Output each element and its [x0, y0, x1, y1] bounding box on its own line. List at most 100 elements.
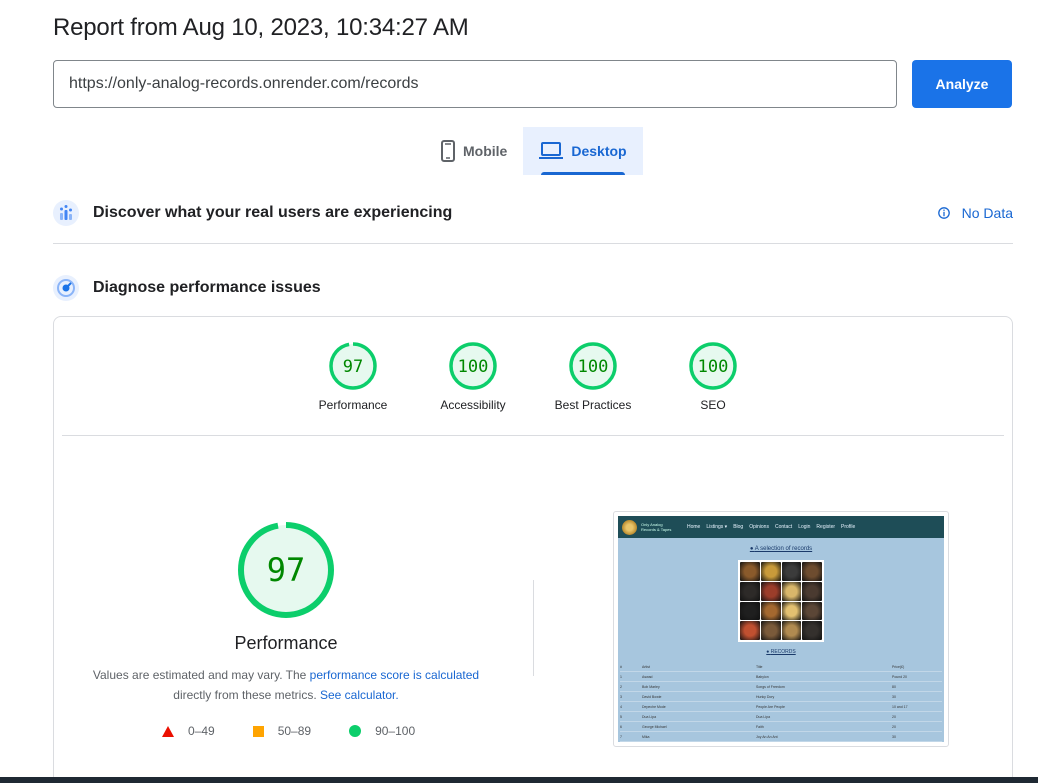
screenshot-table-cell: 20 — [892, 724, 896, 729]
screenshot-table-cell: Artist — [642, 664, 650, 669]
gauge-performance[interactable]: 97 Performance — [293, 341, 413, 412]
screenshot-nav-link: Listings ▾ — [706, 524, 728, 530]
screenshot-table-cell: 80 — [892, 684, 896, 689]
gauge-seo-ring: 100 — [689, 342, 737, 390]
note-text-2: directly from these metrics. — [173, 688, 320, 702]
gauge-performance-label: Performance — [318, 398, 388, 412]
screenshot-table-cell: Depeche Mode — [642, 704, 666, 709]
legend-fail: 0–49 — [162, 724, 215, 738]
screenshot-table-cell: Dua Lipa — [642, 714, 657, 719]
square-icon — [252, 725, 264, 737]
field-data-title: Discover what your real users are experi… — [93, 204, 453, 221]
no-data-label: No Data — [961, 205, 1013, 221]
gauge-best-practices-ring: 100 — [569, 342, 617, 390]
record-cover — [740, 601, 760, 621]
gauge-seo[interactable]: 100 SEO — [653, 341, 773, 412]
screenshot-table-cell: # — [620, 664, 622, 669]
score-legend: 0–49 50–89 90–100 — [162, 724, 453, 738]
screenshot-nav-link: Register — [816, 524, 836, 530]
record-logo-icon — [622, 519, 637, 535]
lab-data-section: Diagnose performance issues — [53, 265, 1013, 311]
legend-average: 50–89 — [252, 724, 312, 738]
performance-gauge: 97 — [238, 522, 334, 618]
report-title: Report from Aug 10, 2023, 10:34:27 AM — [53, 14, 469, 41]
gauge-best-practices[interactable]: 100 Best Practices — [533, 341, 653, 412]
record-cover — [781, 562, 802, 581]
final-screenshot[interactable]: Only Analog Records & Tapes Home Listings… — [613, 511, 949, 747]
screenshot-navbar: Only Analog Records & Tapes Home Listings… — [618, 516, 944, 538]
lighthouse-icon — [53, 275, 79, 301]
record-cover — [802, 581, 822, 601]
gauge-accessibility[interactable]: 100 Accessibility — [413, 341, 533, 412]
info-icon — [937, 207, 950, 219]
tab-mobile-label: Mobile — [463, 143, 508, 159]
tab-desktop[interactable]: Desktop — [523, 127, 643, 175]
legend-fail-range: 0–49 — [188, 724, 215, 738]
legend-pass: 90–100 — [349, 724, 415, 738]
screenshot-table-cell: Pound 20 — [892, 674, 907, 679]
record-cover — [760, 621, 781, 640]
screenshot-nav-link: Blog — [733, 524, 744, 530]
smartphone-icon — [441, 140, 455, 162]
field-data-section: Discover what your real users are experi… — [53, 190, 1013, 236]
no-data-link[interactable]: No Data — [937, 190, 1013, 236]
screenshot-table-cell: 30 — [892, 734, 896, 739]
screenshot-brand: Only Analog Records & Tapes — [641, 522, 672, 532]
screenshot-table-cell: 2 — [620, 684, 622, 689]
category-gauges: 97 Performance 100 Accessibility 100 Bes… — [54, 341, 1012, 421]
screenshot-records-text: RECORDS — [770, 649, 796, 655]
record-cover — [802, 601, 822, 621]
tab-desktop-label: Desktop — [571, 143, 627, 159]
screenshot-table-cell: Faith — [756, 724, 764, 729]
screenshot-table-cell: David Bowie — [642, 694, 662, 699]
screenshot-records-table: # Artist Title Price(£) 1 Aswad Babylon Pound 2… — [620, 662, 942, 742]
gauge-seo-score: 100 — [698, 357, 729, 377]
record-cover — [760, 601, 781, 621]
vertical-divider — [533, 580, 534, 676]
record-cover — [781, 621, 802, 640]
screenshot-table-cell: Hunky Dory — [756, 694, 775, 699]
screenshot-table-row: 4 Depeche Mode People Are People 10 and 17 — [620, 702, 942, 712]
screenshot-table-cell: 20 — [892, 714, 896, 719]
screenshot-table-row: 3 David Bowie Hunky Dory 30 — [620, 692, 942, 702]
legend-pass-range: 90–100 — [375, 724, 416, 738]
note-text-1: Values are estimated and may vary. The — [92, 668, 310, 682]
gauge-accessibility-score: 100 — [458, 357, 489, 377]
screenshot-nav-link: Login — [798, 524, 811, 530]
screenshot-table-cell: 1 — [620, 674, 622, 679]
screenshot-nav-link: Profile — [841, 524, 856, 530]
record-cover — [781, 581, 802, 601]
screenshot-table-cell: 7 — [620, 734, 622, 739]
performance-score-link[interactable]: performance score is calculated — [310, 668, 479, 682]
triangle-icon — [162, 725, 174, 737]
screenshot-table-cell: Price(£) — [892, 664, 905, 669]
screenshot-table-cell: Title — [756, 664, 763, 669]
screenshot-table-cell: Mika — [642, 734, 650, 739]
url-input[interactable] — [53, 60, 897, 108]
gauge-best-practices-label: Best Practices — [554, 398, 632, 412]
performance-title: Performance — [234, 633, 338, 653]
screenshot-nav-links: Home Listings ▾ Blog Opinions Contact Login Re… — [687, 524, 861, 530]
analyze-button[interactable]: Analyze — [912, 60, 1012, 108]
screenshot-nav-link: Home — [687, 524, 701, 530]
record-cover — [781, 601, 802, 621]
record-cover — [740, 621, 760, 640]
record-cover — [802, 621, 822, 640]
screenshot-table-row: 6 George Michael Faith 20 — [620, 722, 942, 732]
circle-icon — [349, 725, 362, 737]
tab-mobile[interactable]: Mobile — [425, 127, 523, 175]
gauge-performance-ring: 97 — [329, 342, 377, 390]
gauge-accessibility-ring: 100 — [449, 342, 497, 390]
performance-note: Values are estimated and may vary. The p… — [74, 665, 498, 705]
screenshot-table-cell: 10 and 17 — [892, 704, 908, 709]
record-cover — [740, 562, 760, 581]
gauge-best-practices-score: 100 — [578, 357, 609, 377]
screenshot-table-row: 7 Mika Joy An An Ant 30 — [620, 732, 942, 742]
screenshot-nav-link: Opinions — [749, 524, 769, 530]
section-divider — [53, 243, 1013, 244]
device-tabs: Mobile Desktop — [425, 127, 643, 175]
see-calculator-link[interactable]: See calculator. — [320, 688, 399, 702]
laptop-icon — [539, 142, 564, 160]
screenshot-table-cell: Joy An An Ant — [756, 734, 778, 739]
legend-average-range: 50–89 — [277, 724, 312, 738]
